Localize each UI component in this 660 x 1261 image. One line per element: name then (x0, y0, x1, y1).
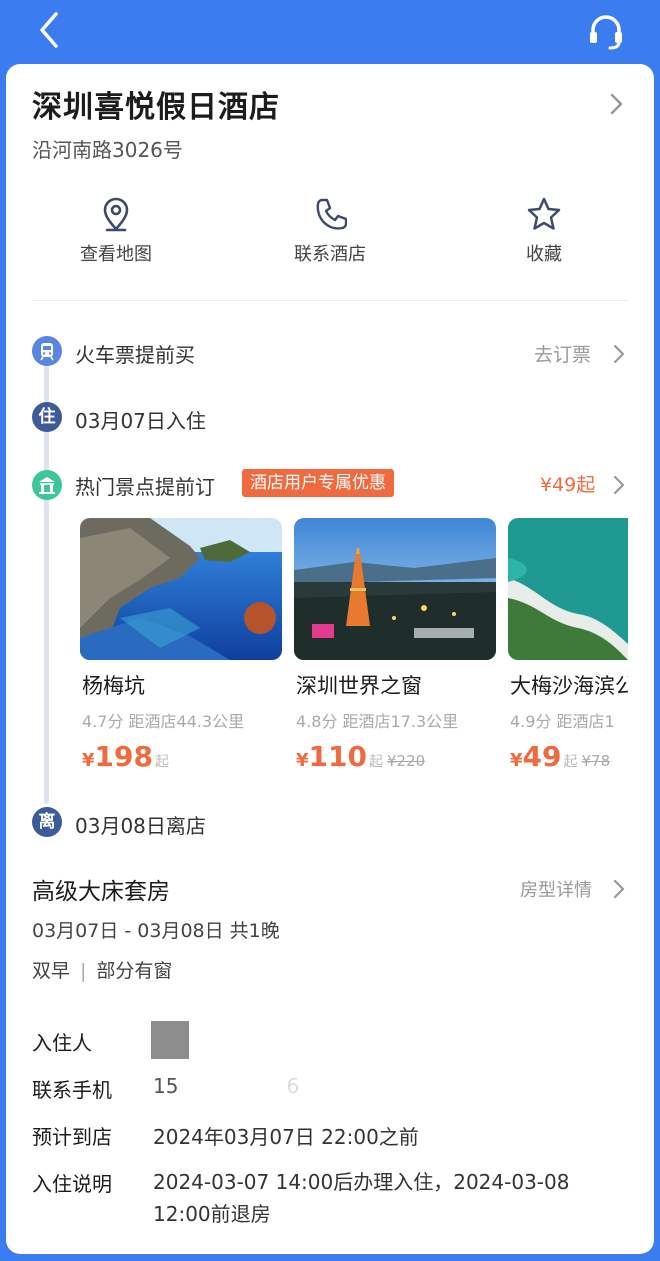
view-map-label: 查看地图 (80, 244, 152, 265)
phone-label: 联系手机 (32, 1078, 112, 1102)
contact-hotel-button[interactable]: 联系酒店 (260, 196, 400, 266)
phone-value: 15 6 (153, 1074, 299, 1098)
top-bar (0, 0, 660, 64)
original-price: ¥220 (386, 752, 426, 770)
currency-symbol: ¥ (296, 750, 309, 771)
attraction-icon (32, 470, 62, 500)
attraction-name: 大梅沙海滨公 (510, 674, 628, 698)
map-pin-icon (103, 197, 129, 232)
attractions-carousel[interactable]: 杨梅坑 4.7分 距酒店44.3公里 ¥198 起 深圳世界之窗 4.8分 距酒… (80, 518, 628, 780)
arrival-value: 2024年03月07日 22:00之前 (153, 1125, 419, 1149)
favorite-label: 收藏 (526, 244, 562, 265)
phone-value-start: 15 (153, 1074, 179, 1098)
room-features: 双早 | 部分有窗 (32, 956, 172, 983)
original-price: ¥78 (581, 752, 611, 770)
currency-symbol: ¥ (82, 750, 95, 771)
favorite-button[interactable]: 收藏 (474, 196, 614, 266)
chevron-right-icon[interactable] (612, 343, 626, 365)
attraction-meta: 4.8分 距酒店17.3公里 (296, 712, 459, 731)
separator: | (80, 960, 87, 982)
hotel-user-promo-badge: 酒店用户专属优惠 (242, 469, 394, 497)
book-train-link[interactable]: 去订票 (534, 340, 591, 367)
attraction-photo (80, 518, 282, 660)
attraction-card[interactable]: 大梅沙海滨公 4.9分 距酒店1 ¥49 起 ¥78 (508, 518, 628, 773)
price-value: 198 (94, 740, 153, 773)
attraction-photo (294, 518, 496, 660)
attraction-meta: 4.9分 距酒店1 (510, 712, 615, 731)
hotel-name[interactable]: 深圳喜悦假日酒店 (32, 82, 280, 126)
train-promo-label: 火车票提前买 (75, 343, 195, 367)
checkout-dot: 离 (32, 807, 62, 837)
room-type-title: 高级大床套房 (32, 879, 170, 905)
guest-name-redacted (151, 1021, 189, 1059)
attractions-label: 热门景点提前订 (75, 475, 215, 499)
phone-icon (316, 198, 347, 230)
checkout-date: 03月08日离店 (75, 814, 206, 838)
phone-redaction (178, 1077, 287, 1098)
chevron-right-icon[interactable] (612, 474, 626, 496)
price-suffix: 起 (154, 754, 169, 770)
attractions-price-from[interactable]: ¥49起 (540, 470, 595, 497)
chevron-right-icon[interactable] (612, 878, 626, 900)
attraction-price: ¥198 起 (82, 740, 169, 773)
attraction-name: 杨梅坑 (82, 674, 145, 698)
chevron-right-icon[interactable] (606, 92, 626, 116)
star-icon (527, 197, 561, 230)
attraction-meta: 4.7分 距酒店44.3公里 (82, 712, 245, 731)
contact-hotel-label: 联系酒店 (294, 244, 366, 265)
headset-icon (590, 15, 622, 50)
view-map-button[interactable]: 查看地图 (46, 196, 186, 266)
divider (32, 300, 628, 301)
attraction-card[interactable]: 深圳世界之窗 4.8分 距酒店17.3公里 ¥110 起 ¥220 (294, 518, 496, 773)
checkin-date: 03月07日入住 (75, 409, 206, 433)
attraction-card[interactable]: 杨梅坑 4.7分 距酒店44.3公里 ¥198 起 (80, 518, 282, 773)
stay-dates: 03月07日 - 03月08日 共1晚 (32, 920, 280, 942)
phone-value-end: 6 (286, 1074, 300, 1098)
attraction-photo (508, 518, 628, 660)
price-value: 110 (308, 740, 367, 773)
attraction-price: ¥49 起 ¥78 (510, 740, 610, 773)
chevron-left-icon (40, 12, 58, 48)
order-card: 深圳喜悦假日酒店 沿河南路3026号 查看地图 联系酒店 收藏 火车票提前买 去… (6, 64, 654, 1254)
arrival-label: 预计到店 (32, 1125, 112, 1149)
price-value: 49 (522, 740, 562, 773)
checkin-dot: 住 (32, 402, 62, 432)
room-detail-link[interactable]: 房型详情 (520, 876, 592, 902)
guest-label: 入住人 (32, 1031, 92, 1055)
customer-service-button[interactable] (584, 10, 628, 54)
attraction-name: 深圳世界之窗 (296, 674, 422, 698)
price-suffix: 起 (368, 754, 383, 770)
attraction-price: ¥110 起 ¥220 (296, 740, 425, 773)
breakfast-info: 双早 (32, 960, 71, 982)
price-suffix: 起 (563, 754, 578, 770)
currency-symbol: ¥ (510, 750, 523, 771)
checkin-note-value: 2024-03-07 14:00后办理入住，2024-03-08 12:00前退… (153, 1170, 570, 1226)
window-info: 部分有窗 (96, 960, 173, 982)
hotel-address: 沿河南路3026号 (32, 138, 183, 162)
train-icon (32, 336, 62, 366)
back-button[interactable] (30, 10, 70, 50)
checkin-note-label: 入住说明 (32, 1172, 112, 1196)
